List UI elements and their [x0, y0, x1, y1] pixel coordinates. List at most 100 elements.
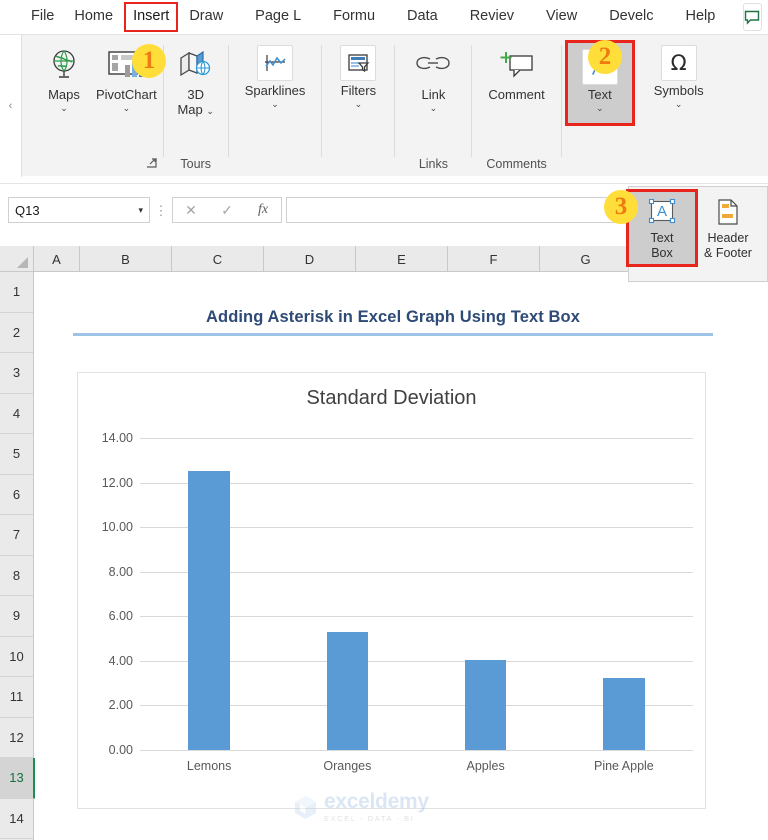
column-header-g[interactable]: G [540, 246, 632, 272]
comment-icon [745, 10, 760, 25]
ribbon-tab-draw[interactable]: Draw [180, 2, 232, 31]
row-header-14[interactable]: 14 [0, 799, 33, 839]
confirm-check-icon[interactable]: ✓ [209, 198, 245, 222]
chart-gridline [140, 438, 693, 439]
column-header-f[interactable]: F [448, 246, 540, 272]
row-header-1[interactable]: 1 [0, 272, 33, 313]
ribbon-tab-page-layout[interactable]: Page L [246, 2, 310, 31]
ribbon-group-sparklines: Sparklines ⌄ [229, 35, 322, 177]
row-header-9[interactable]: 9 [0, 596, 33, 637]
ribbon-tab-view[interactable]: View [537, 2, 586, 31]
maps-globe-icon [47, 45, 81, 85]
ribbon-tab-data[interactable]: Data [398, 2, 447, 31]
row-header-4[interactable]: 4 [0, 394, 33, 434]
ribbon-scroll-left-button[interactable]: ‹ [0, 35, 22, 177]
ribbon-group-links: Link ⌄ Links [395, 35, 471, 177]
ribbon-tab-formulas[interactable]: Formu [324, 2, 384, 31]
chevron-down-icon[interactable]: ⌄ [675, 99, 683, 109]
watermark-sub-text: EXCEL - DATA - BI [324, 814, 415, 823]
column-header-a[interactable]: A [34, 246, 80, 272]
ribbon-tab-file[interactable]: File [22, 2, 63, 31]
chart-y-axis-label: 12.00 [101, 475, 133, 490]
ribbon-button-comment[interactable]: Comment [482, 43, 550, 105]
chevron-down-icon[interactable]: ⌄ [271, 99, 279, 109]
ribbon-tab-help[interactable]: Help [677, 2, 725, 31]
exceldemy-logo-icon [295, 795, 316, 819]
ribbon-tab-developer[interactable]: Develc [600, 2, 662, 31]
chevron-down-icon[interactable]: ▾ [138, 205, 143, 216]
heading-text: Adding Asterisk in Excel Graph Using Tex… [206, 308, 580, 326]
ribbon-button-symbols[interactable]: Ω Symbols ⌄ [648, 43, 710, 111]
insert-function-icon[interactable]: fx [245, 198, 281, 222]
dialog-launcher-icon [146, 158, 157, 168]
row-header-8[interactable]: 8 [0, 556, 33, 596]
ribbon-button-link[interactable]: Link ⌄ [407, 43, 459, 115]
watermark-main-text: exceldemy [324, 790, 429, 813]
chart-y-axis-label: 10.00 [101, 520, 133, 535]
ribbon-button-maps-label: Maps [48, 87, 80, 102]
row-header-3[interactable]: 3 [0, 353, 33, 394]
heading-underline [73, 333, 713, 336]
chart-y-axis-label: 6.00 [108, 609, 133, 624]
sparklines-icon [257, 45, 294, 81]
chevron-down-icon[interactable]: ⌄ [430, 103, 438, 113]
callout-badge-1: 1 [132, 44, 166, 78]
chevron-down-icon[interactable]: ⌄ [596, 103, 604, 113]
header-footer-button[interactable]: Header & Footer [695, 192, 761, 264]
chevron-down-icon[interactable]: ⌄ [206, 106, 214, 116]
chart-bar[interactable] [326, 631, 369, 750]
column-header-d[interactable]: D [264, 246, 356, 272]
select-all-corner[interactable] [0, 246, 34, 272]
chevron-down-icon[interactable]: ⌄ [123, 103, 131, 113]
ribbon-button-text-label: Text [587, 87, 612, 102]
row-header-7[interactable]: 7 [0, 515, 33, 556]
row-header-10[interactable]: 10 [0, 637, 33, 677]
ribbon-button-comment-label: Comment [488, 87, 545, 102]
ribbon-tab-home[interactable]: Home [65, 2, 122, 31]
ribbon-tab-insert[interactable]: Insert [124, 2, 179, 32]
row-header-13[interactable]: 13 [0, 758, 36, 799]
comments-button[interactable] [743, 3, 763, 31]
ribbon-button-filters[interactable]: Filters ⌄ [332, 43, 384, 111]
text-dropdown-panel: A Text Box Header & Footer [626, 186, 768, 282]
omega-symbol-icon: Ω [660, 45, 697, 81]
chart-bar[interactable] [188, 471, 230, 750]
chart-plot-area: 0.00 2.00 4.00 6.00 8.00 10.00 12.00 14.00 Lemon… [102, 431, 693, 773]
chart-bar[interactable] [464, 659, 507, 750]
column-header-c[interactable]: C [172, 246, 264, 272]
ribbon-button-link-label: Link [421, 87, 446, 102]
cancel-x-icon[interactable]: ✕ [173, 198, 209, 222]
ribbon-button-filters-label: Filters [340, 83, 377, 98]
new-comment-icon [498, 45, 536, 85]
chart-container[interactable]: Standard Deviation 0.00 2.00 4.00 6.00 8.00 1… [77, 372, 706, 809]
chevron-down-icon[interactable]: ⌄ [60, 103, 68, 113]
chart-x-axis-label: Pine Apple [593, 759, 654, 773]
ribbon-button-pivotchart-label: PivotChart [96, 87, 157, 102]
ribbon-button-3d-map[interactable]: 3D Map ⌄ [170, 43, 222, 120]
chart-bar[interactable] [603, 677, 645, 750]
chevron-down-icon[interactable]: ⌄ [355, 99, 363, 109]
row-header-12[interactable]: 12 [0, 718, 33, 758]
column-header-e[interactable]: E [356, 246, 448, 272]
worksheet-heading: Adding Asterisk in Excel Graph Using Tex… [73, 308, 713, 336]
ribbon-group-symbols: Ω Symbols ⌄ [638, 35, 710, 177]
chart-y-axis-label: 14.00 [101, 431, 133, 445]
row-header-2[interactable]: 2 [0, 313, 33, 353]
row-header-6[interactable]: 6 [0, 475, 33, 515]
formula-bar-grip[interactable]: ⋮ [150, 204, 172, 217]
row-header-11[interactable]: 11 [0, 677, 33, 718]
ribbon: ‹ Maps ⌄ PivotChart ⌄ 3D Map ⌄ Tours Spa… [0, 34, 768, 177]
ribbon-button-sparklines[interactable]: Sparklines ⌄ [239, 43, 312, 111]
ribbon-tab-review[interactable]: Reviev [461, 2, 523, 31]
column-header-b[interactable]: B [80, 246, 172, 272]
ribbon-group-comments: Comment Comments [472, 35, 560, 177]
name-box[interactable]: Q13 ▾ [8, 197, 150, 223]
charts-dialog-launcher[interactable] [146, 157, 157, 171]
ribbon-button-sparklines-label: Sparklines [244, 83, 306, 98]
ribbon-button-maps[interactable]: Maps ⌄ [38, 43, 90, 115]
row-header-5[interactable]: 5 [0, 434, 33, 475]
header-footer-label: Header & Footer [704, 231, 752, 261]
chart-title: Standard Deviation [306, 387, 477, 409]
chart-x-axis-label: Oranges [323, 759, 372, 773]
text-box-button[interactable]: A Text Box [626, 189, 698, 267]
